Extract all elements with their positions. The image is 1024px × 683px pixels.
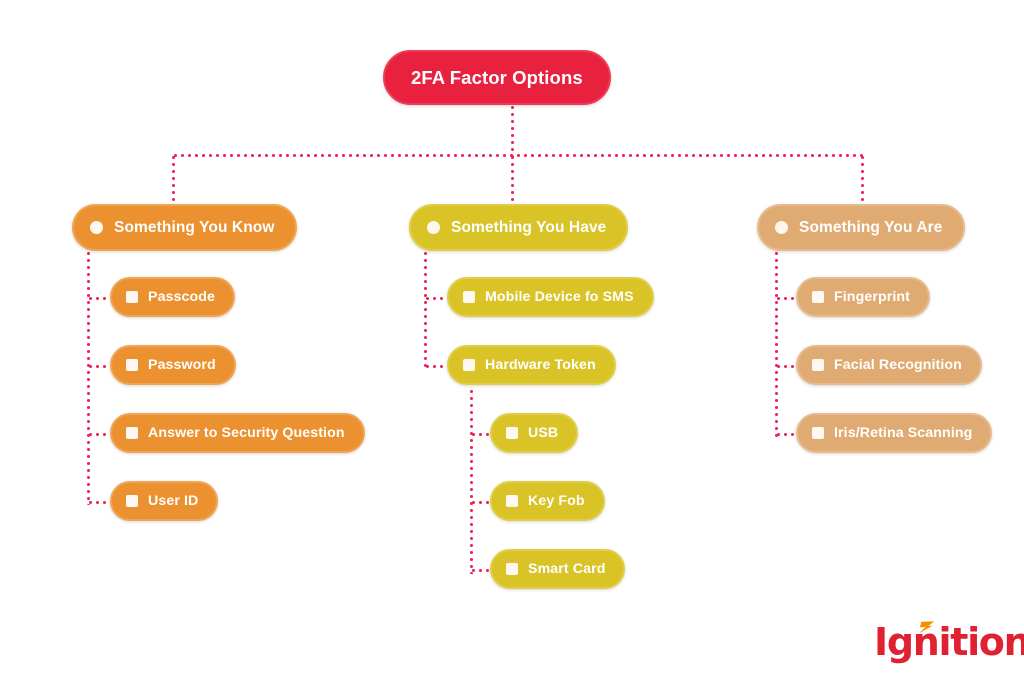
branch-node-something-you-have[interactable]: Something You Have [409, 204, 629, 251]
connector-trunk-are [775, 250, 778, 437]
branch-node-label: Something You Are [799, 218, 943, 236]
connector-drop-know [172, 154, 175, 205]
connector-drop-are [861, 154, 864, 205]
leaf-node-fingerprint[interactable]: Fingerprint [796, 277, 930, 317]
leaf-node-key-fob[interactable]: Key Fob [490, 481, 605, 521]
leaf-node-label: Answer to Security Question [148, 425, 345, 441]
branch-node-something-you-know[interactable]: Something You Know [72, 204, 297, 251]
square-bullet-icon [812, 427, 824, 439]
leaf-node-label: Mobile Device fo SMS [485, 289, 634, 305]
leaf-node-answer-to-security-question[interactable]: Answer to Security Question [110, 413, 365, 453]
leaf-node-user-id[interactable]: User ID [110, 481, 219, 521]
square-bullet-icon [506, 495, 518, 507]
circle-bullet-icon [90, 221, 103, 234]
leaf-node-iris-retina-scanning[interactable]: Iris/Retina Scanning [796, 413, 993, 453]
leaf-node-label: Hardware Token [485, 357, 596, 373]
connector-stub-password [87, 365, 110, 368]
connector-trunk-know [87, 250, 90, 505]
leaf-node-hardware-token[interactable]: Hardware Token [447, 345, 616, 385]
leaf-node-label: Password [148, 357, 216, 373]
leaf-node-label: USB [528, 425, 559, 441]
square-bullet-icon [126, 291, 138, 303]
connector-root-stem [511, 104, 514, 157]
diagram-canvas: 2FA Factor Options Something You Know Pa… [0, 0, 1024, 683]
connector-stub-security-question [87, 433, 110, 436]
square-bullet-icon [126, 495, 138, 507]
leaf-node-label: Key Fob [528, 493, 585, 509]
square-bullet-icon [126, 359, 138, 371]
leaf-node-usb[interactable]: USB [490, 413, 579, 453]
leaf-node-mobile-device-fo-sms[interactable]: Mobile Device fo SMS [447, 277, 654, 317]
connector-stub-fingerprint [775, 297, 798, 300]
square-bullet-icon [506, 563, 518, 575]
branch-node-label: Something You Know [114, 218, 275, 236]
circle-bullet-icon [427, 221, 440, 234]
root-node-2fa-factor-options[interactable]: 2FA Factor Options [383, 50, 611, 105]
square-bullet-icon [463, 291, 475, 303]
ignition-logo: Ignition [874, 620, 1024, 668]
connector-stub-usb [470, 433, 490, 436]
connector-stub-hardware-token [424, 365, 447, 368]
leaf-node-smart-card[interactable]: Smart Card [490, 549, 626, 589]
leaf-node-passcode[interactable]: Passcode [110, 277, 236, 317]
square-bullet-icon [506, 427, 518, 439]
connector-stub-user-id [87, 501, 110, 504]
leaf-node-password[interactable]: Password [110, 345, 236, 385]
connector-stub-iris-retina [775, 433, 798, 436]
square-bullet-icon [463, 359, 475, 371]
leaf-node-label: Facial Recognition [834, 357, 962, 373]
connector-trunk-hardware-token [470, 388, 473, 574]
connector-stub-passcode [87, 297, 110, 300]
leaf-node-label: User ID [148, 493, 199, 509]
leaf-node-label: Iris/Retina Scanning [834, 425, 973, 441]
connector-stub-facial-recognition [775, 365, 798, 368]
leaf-node-label: Smart Card [528, 561, 606, 577]
logo-wordmark: Ignition [874, 620, 1024, 664]
lightning-bolt-icon [919, 621, 935, 634]
connector-drop-have [511, 154, 514, 205]
connector-stub-key-fob [470, 501, 490, 504]
leaf-node-label: Fingerprint [834, 289, 910, 305]
branch-node-label: Something You Have [451, 218, 607, 236]
square-bullet-icon [812, 359, 824, 371]
connector-trunk-have [424, 250, 427, 369]
root-node-label: 2FA Factor Options [411, 66, 583, 88]
connector-main-bus [172, 154, 864, 157]
square-bullet-icon [812, 291, 824, 303]
circle-bullet-icon [775, 221, 788, 234]
connector-stub-mobile-device [424, 297, 447, 300]
leaf-node-label: Passcode [148, 289, 216, 305]
leaf-node-facial-recognition[interactable]: Facial Recognition [796, 345, 982, 385]
square-bullet-icon [126, 427, 138, 439]
branch-node-something-you-are[interactable]: Something You Are [757, 204, 965, 251]
